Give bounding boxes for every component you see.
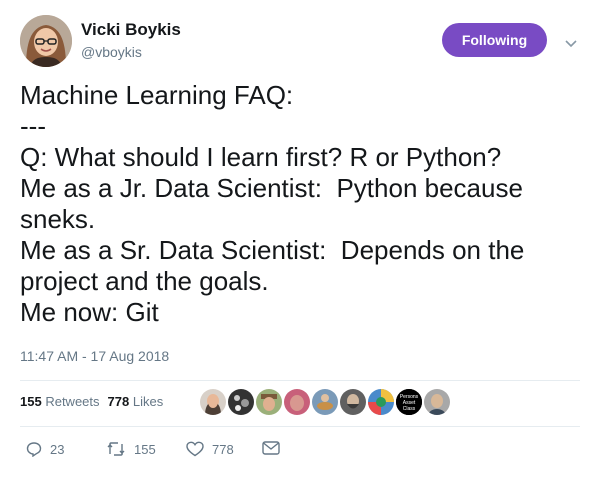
liker-avatar[interactable] <box>423 388 451 416</box>
liker-avatar[interactable] <box>311 388 339 416</box>
author-handle[interactable]: @vboykis <box>81 44 142 60</box>
tweet-line: Me as a Sr. Data Scientist: Depends on t… <box>20 235 525 265</box>
tweet-line: project and the goals. <box>20 266 269 296</box>
divider <box>20 380 580 381</box>
tweet-line: Q: What should I learn first? R or Pytho… <box>20 142 502 172</box>
message-button[interactable] <box>262 441 280 455</box>
heart-icon <box>186 441 204 457</box>
tweet-line: Me as a Jr. Data Scientist: Python becau… <box>20 173 523 203</box>
tweet-line: Me now: Git <box>20 297 159 327</box>
liker-avatar[interactable]: Persons Asset Class <box>395 388 423 416</box>
retweet-count: 155 <box>134 441 156 457</box>
like-button[interactable]: 778 <box>186 441 234 457</box>
following-button[interactable]: Following <box>442 23 547 57</box>
retweet-icon <box>106 441 126 457</box>
retweet-button[interactable]: 155 <box>106 441 156 457</box>
tweet-line: sneks. <box>20 204 96 234</box>
retweets-label: Retweets <box>45 394 100 409</box>
author-avatar[interactable] <box>20 15 72 67</box>
liker-avatar[interactable] <box>199 388 227 416</box>
chevron-down-icon[interactable] <box>565 36 577 48</box>
likes-stat[interactable]: 778 Likes <box>108 394 164 409</box>
retweets-stat[interactable]: 155 Retweets <box>20 394 100 409</box>
likes-count: 778 <box>107 394 130 409</box>
liker-avatar[interactable] <box>339 388 367 416</box>
engagement-stats: 155 Retweets 778 Likes <box>20 394 163 409</box>
author-name[interactable]: Vicki Boykis <box>81 20 181 40</box>
like-count: 778 <box>212 441 234 457</box>
liker-avatar[interactable] <box>283 388 311 416</box>
tweet-timestamp[interactable]: 11:47 AM - 17 Aug 2018 <box>20 348 169 364</box>
liker-avatar[interactable] <box>367 388 395 416</box>
divider <box>20 426 580 427</box>
reply-button[interactable]: 23 <box>26 441 64 457</box>
liker-avatar[interactable] <box>227 388 255 416</box>
reply-icon <box>26 441 42 457</box>
tweet-text: Machine Learning FAQ: --- Q: What should… <box>20 80 590 328</box>
retweets-count: 155 <box>20 394 42 409</box>
liker-avatar[interactable] <box>255 388 283 416</box>
reply-count: 23 <box>50 441 65 457</box>
tweet-line: --- <box>20 111 46 141</box>
likes-label: Likes <box>132 394 164 409</box>
svg-text:Class: Class <box>403 406 416 412</box>
tweet-line: Machine Learning FAQ: <box>20 80 294 110</box>
message-icon <box>262 441 280 455</box>
